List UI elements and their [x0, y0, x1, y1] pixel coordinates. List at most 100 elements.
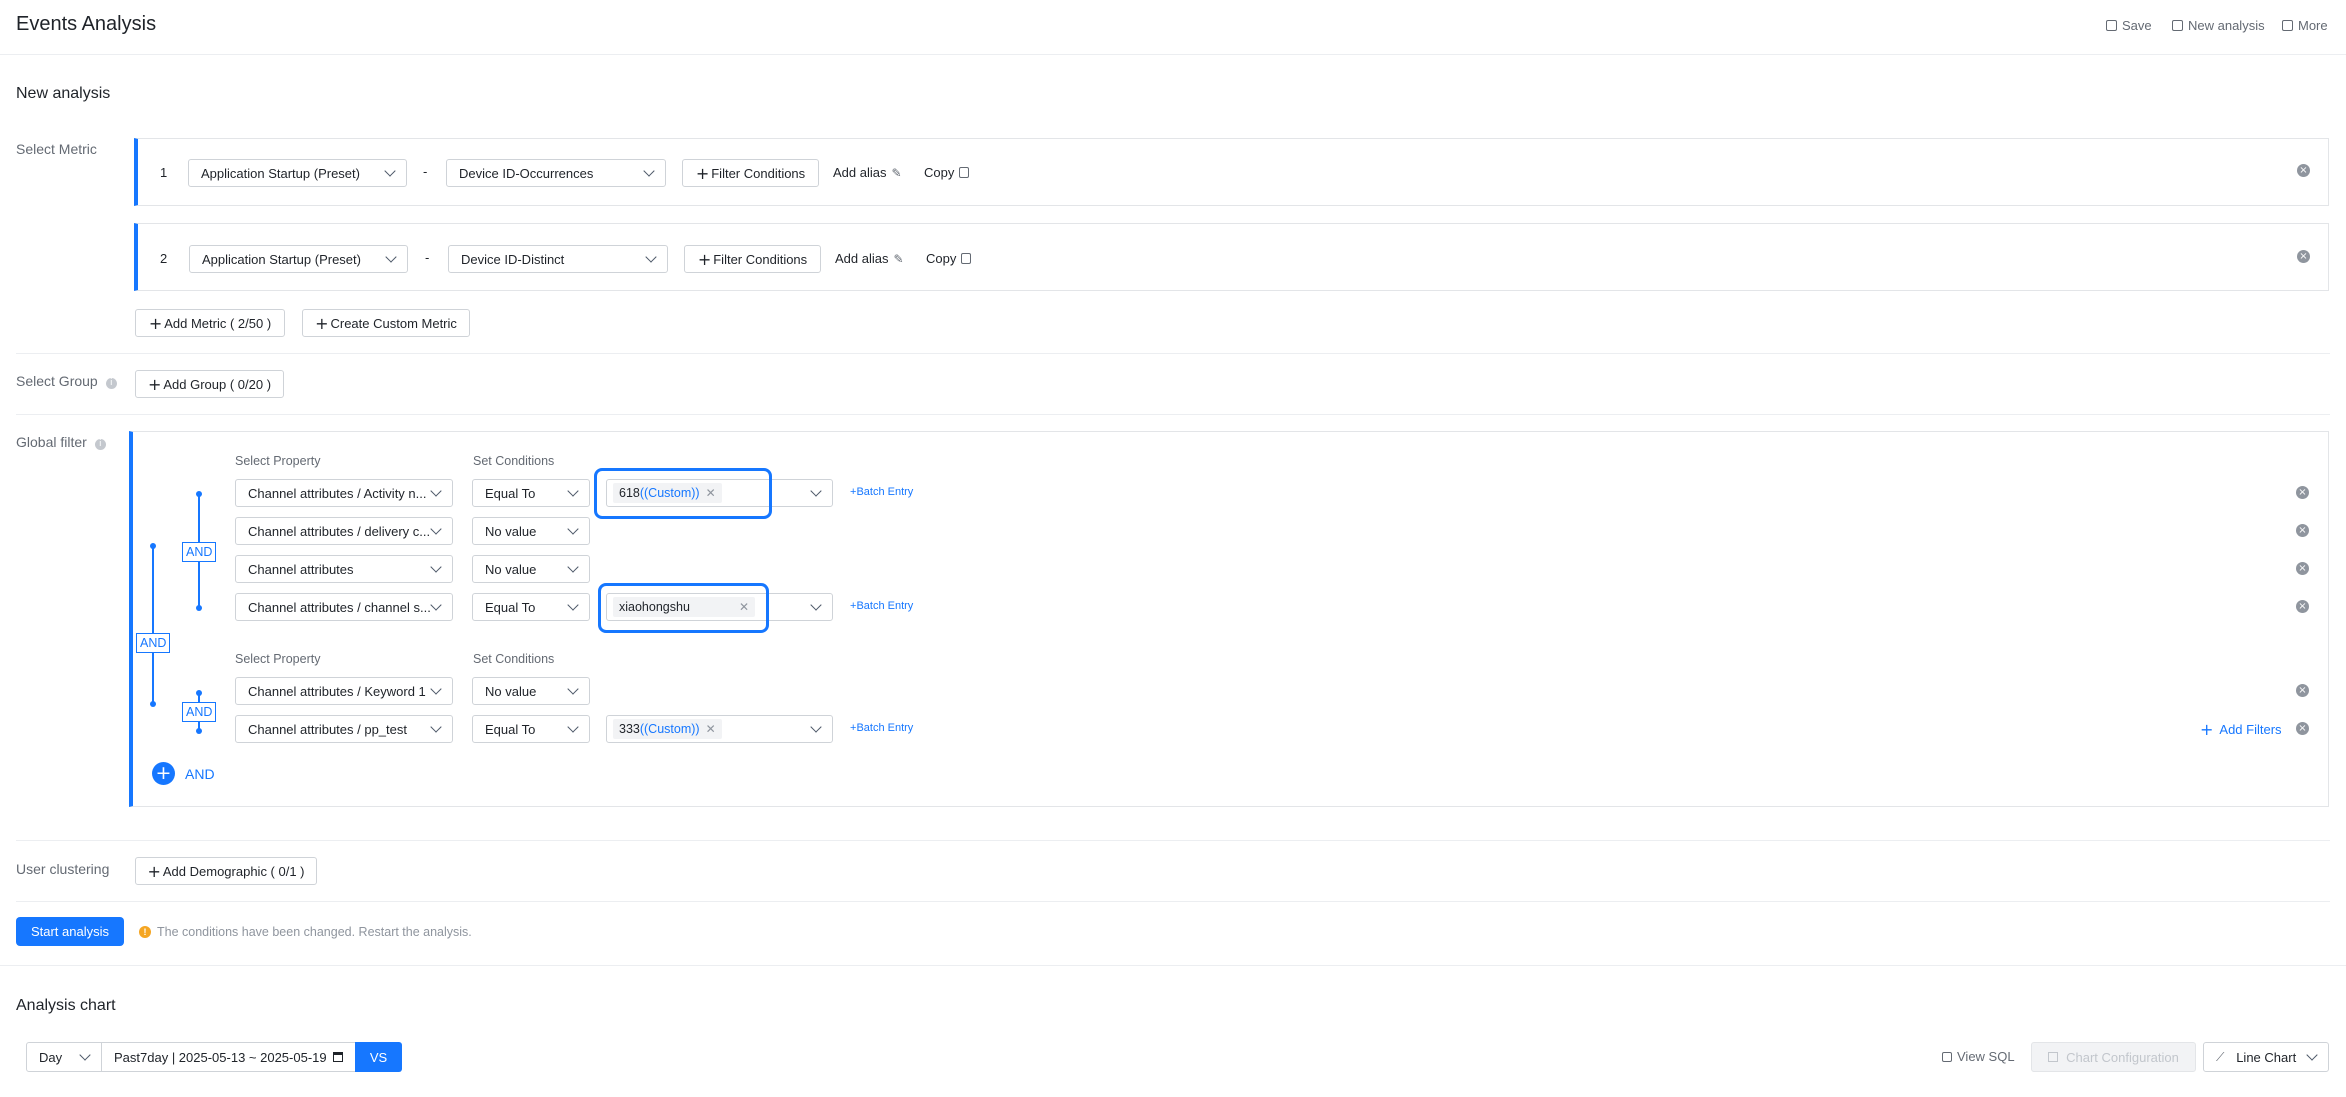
remove-filter-icon[interactable]: × — [2296, 562, 2309, 575]
chart-configuration-button[interactable]: Chart Configuration — [2031, 1042, 2196, 1072]
copy-button[interactable]: Copy — [926, 251, 972, 266]
button-label: Filter Conditions — [711, 165, 806, 181]
batch-entry-button[interactable]: +Batch Entry — [850, 722, 913, 734]
granularity-select[interactable]: Day — [26, 1042, 102, 1072]
add-alias-button[interactable]: Add alias ✎ — [835, 251, 904, 266]
chevron-down-icon — [430, 683, 442, 695]
view-sql-button[interactable]: View SQL — [1942, 1049, 2015, 1064]
filter-condition-select[interactable]: Equal To — [472, 593, 590, 621]
batch-entry-button[interactable]: +Batch Entry — [850, 486, 913, 498]
sql-icon — [1942, 1051, 1952, 1062]
copy-label: Copy — [924, 165, 955, 180]
date-range-picker[interactable]: Past7day | 2025-05-13 ~ 2025-05-19 — [101, 1042, 356, 1072]
metric-measure-select[interactable]: Device ID-Occurrences — [446, 159, 666, 187]
page-title: Events Analysis — [16, 13, 157, 35]
info-icon: i — [105, 378, 117, 389]
filter-property-select[interactable]: Channel attributes / Activity n... — [235, 479, 453, 507]
vs-button[interactable]: VS — [355, 1042, 402, 1072]
select-property-header: Select Property — [235, 652, 321, 666]
alias-label: Add alias — [835, 251, 889, 266]
batch-label: Batch Entry — [856, 486, 914, 498]
remove-metric-icon[interactable]: × — [2297, 250, 2310, 263]
add-and-group-button[interactable]: + AND — [152, 762, 215, 785]
plus-icon: + — [697, 249, 712, 269]
remove-filter-icon[interactable]: × — [2296, 524, 2309, 537]
batch-label: Batch Entry — [856, 600, 914, 612]
select-value: No value — [485, 683, 537, 699]
create-custom-metric-button[interactable]: + Create Custom Metric — [302, 309, 470, 337]
filter-property-select[interactable]: Channel attributes / delivery c... — [235, 517, 453, 545]
copy-icon — [959, 167, 970, 178]
add-demographic-button[interactable]: + Add Demographic ( 0/1 ) — [135, 857, 317, 885]
remove-filter-icon[interactable]: × — [2296, 722, 2309, 735]
select-value: Equal To — [485, 721, 536, 737]
metric-card-2: 2 Application Startup (Preset) - Device … — [134, 223, 2329, 291]
filter-conditions-button[interactable]: + Filter Conditions — [684, 245, 821, 273]
select-value: Day — [39, 1049, 63, 1065]
remove-tag-icon[interactable]: ✕ — [706, 722, 716, 736]
notice-text: The conditions have been changed. Restar… — [157, 925, 472, 939]
tag-value: 333 — [619, 722, 640, 736]
new-analysis-button[interactable]: New analysis — [2172, 18, 2265, 33]
inner-and-toggle[interactable]: AND — [182, 542, 217, 562]
add-group-button[interactable]: + Add Group ( 0/20 ) — [135, 370, 284, 398]
remove-filter-icon[interactable]: × — [2296, 684, 2309, 697]
remove-metric-icon[interactable]: × — [2297, 164, 2310, 177]
filter-condition-select[interactable]: No value — [472, 555, 590, 583]
metric-measure-select[interactable]: Device ID-Distinct — [448, 245, 668, 273]
inner-and-toggle[interactable]: AND — [182, 702, 217, 722]
save-icon — [2106, 20, 2117, 31]
filter-condition-select[interactable]: Equal To — [472, 479, 590, 507]
select-value: Channel attributes / Keyword 1 — [248, 683, 426, 699]
chevron-down-icon — [567, 561, 579, 573]
metric-event-select[interactable]: Application Startup (Preset) — [188, 159, 407, 187]
metric-dash: - — [425, 250, 430, 265]
metric-index: 1 — [160, 165, 168, 180]
select-metric-label: Select Metric — [16, 141, 97, 157]
filter-conditions-button[interactable]: + Filter Conditions — [682, 159, 819, 187]
info-icon: i — [94, 439, 106, 450]
add-filters-label: Add Filters — [2219, 722, 2282, 737]
chevron-down-icon — [645, 251, 657, 263]
remove-filter-icon[interactable]: × — [2296, 600, 2309, 613]
select-value: Application Startup (Preset) — [201, 165, 360, 181]
chevron-down-icon — [567, 683, 579, 695]
metric-event-select[interactable]: Application Startup (Preset) — [189, 245, 408, 273]
chevron-down-icon — [810, 485, 822, 497]
add-metric-button[interactable]: + Add Metric ( 2/50 ) — [135, 309, 285, 337]
plus-icon: + — [315, 313, 329, 333]
filter-condition-select[interactable]: No value — [472, 677, 590, 705]
button-label: Create Custom Metric — [330, 315, 457, 331]
start-analysis-button[interactable]: Start analysis — [16, 917, 124, 946]
divider — [16, 840, 2330, 841]
connector-dot — [196, 728, 202, 734]
filter-property-select[interactable]: Channel attributes / pp_test — [235, 715, 453, 743]
remove-filter-icon[interactable]: × — [2296, 486, 2309, 499]
filter-property-select[interactable]: Channel attributes — [235, 555, 453, 583]
view-sql-label: View SQL — [1957, 1049, 2015, 1064]
chevron-down-icon — [384, 165, 396, 177]
copy-button[interactable]: Copy — [924, 165, 970, 180]
filter-condition-select[interactable]: Equal To — [472, 715, 590, 743]
button-label: Chart Configuration — [2066, 1049, 2179, 1065]
select-group-label: Select Group i — [16, 373, 117, 389]
filter-condition-select[interactable]: No value — [472, 517, 590, 545]
save-label: Save — [2122, 18, 2152, 33]
chevron-down-icon — [567, 485, 579, 497]
add-filters-button[interactable]: + Add Filters — [2200, 720, 2282, 739]
filter-property-select[interactable]: Channel attributes / channel s... — [235, 593, 453, 621]
chevron-down-icon — [430, 721, 442, 733]
save-button[interactable]: Save — [2106, 18, 2152, 33]
outer-and-toggle[interactable]: AND — [136, 633, 171, 653]
highlight-box — [598, 583, 769, 633]
config-icon — [2048, 1052, 2059, 1062]
select-value: Channel attributes — [248, 561, 354, 577]
batch-entry-button[interactable]: +Batch Entry — [850, 600, 913, 612]
chart-type-select[interactable]: ⟋ Line Chart — [2203, 1042, 2329, 1072]
chevron-down-icon — [567, 721, 579, 733]
filter-property-select[interactable]: Channel attributes / Keyword 1 — [235, 677, 453, 705]
add-alias-button[interactable]: Add alias ✎ — [833, 165, 902, 180]
more-button[interactable]: More — [2282, 18, 2328, 33]
select-value: Device ID-Distinct — [461, 251, 565, 267]
filter-value-select[interactable]: 333((Custom)) ✕ — [606, 715, 833, 743]
